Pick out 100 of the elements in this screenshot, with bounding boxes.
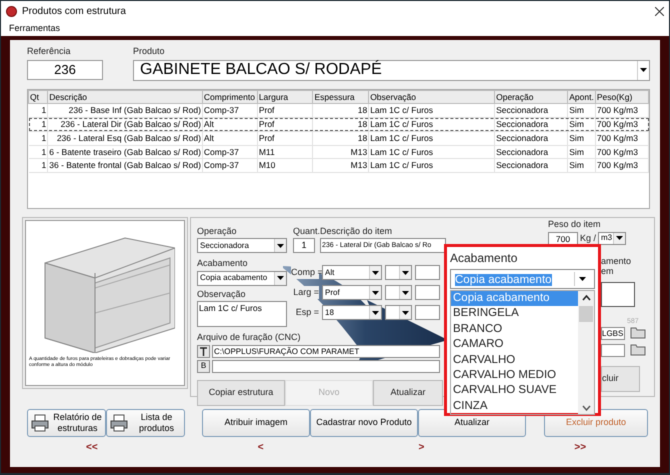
table-row[interactable]: 1 36 - Batente frontal (Gab Balcao s/ Rod) Comp-37 M10 M13 Lam 1C c/ Furos Seccionadora Sim 700 Kg/m3 xyxy=(28,158,648,172)
scroll-down-icon[interactable] xyxy=(582,405,590,412)
table-cell: 236 - Base Inf (Gab Balcao s/ Rod) xyxy=(48,104,202,118)
field-label: Observação xyxy=(197,288,246,301)
table-cell: 1 xyxy=(28,131,48,145)
finish-option[interactable]: CAMARO xyxy=(451,337,578,353)
product-dropdown[interactable]: GABINETE BALCAO S/ RODAPÉ xyxy=(133,60,650,80)
column-header[interactable]: Apont. xyxy=(568,90,596,104)
table-cell: 1 xyxy=(28,104,48,118)
table-cell: Lam 1C c/ Furos xyxy=(368,118,495,132)
field-label: Arquivo de furação (CNC) xyxy=(197,331,301,344)
column-header[interactable]: Espessura xyxy=(312,90,369,104)
navigation-button[interactable]: >> xyxy=(574,440,586,454)
table-cell: Sim xyxy=(568,104,596,118)
table-cell: 700 Kg/m3 xyxy=(595,118,648,132)
cnc-path-end-field[interactable]: LGBS xyxy=(601,327,625,340)
close-icon[interactable] xyxy=(655,6,664,16)
table-cell: 236 - Lateral Dir (Gab Balcao s/ Rod) xyxy=(48,118,202,132)
table-row[interactable]: 1 236 - Lateral Esq (Gab Balcao s/ Rod) Alt Prof 18 Lam 1C c/ Furos Seccionadora Sim 700 Kg/m3 xyxy=(28,131,648,145)
scroll-up-icon[interactable] xyxy=(582,295,590,301)
drill-b-button[interactable]: B xyxy=(197,360,210,372)
navigation-button[interactable]: < xyxy=(258,440,264,454)
printer-icon xyxy=(30,414,48,432)
finish-option[interactable]: CARVALHO xyxy=(451,352,578,368)
column-header[interactable]: Comprimento xyxy=(202,90,258,104)
table-cell: Alt xyxy=(202,118,258,132)
printer-icon xyxy=(110,414,128,432)
table-cell: M13 xyxy=(312,145,369,159)
column-header[interactable]: Qt xyxy=(28,90,48,104)
table-cell: Lam 1C c/ Furos xyxy=(368,145,495,159)
dimension-dropdown[interactable] xyxy=(385,305,412,320)
dimension-field[interactable] xyxy=(415,265,440,280)
dimension-dropdown[interactable] xyxy=(385,285,412,300)
dimension-dropdown[interactable]: 18 xyxy=(322,305,382,320)
table-row[interactable]: 1 236 - Base Inf (Gab Balcao s/ Rod) Comp-37 Prof 18 Lam 1C c/ Furos Seccionadora Sim 700 Kg/m3 xyxy=(28,104,648,118)
field-label: em xyxy=(601,266,614,276)
delete-item-button[interactable]: cluir xyxy=(601,366,640,392)
footer-button[interactable]: Relatório de estruturas xyxy=(27,408,106,436)
footer-button[interactable]: Cadastrar novo Produto xyxy=(310,408,418,436)
scrollbar[interactable] xyxy=(578,291,594,414)
finish-option[interactable]: BERINGELA xyxy=(451,306,578,322)
menu-item[interactable]: Ferramentas xyxy=(9,22,60,36)
window-title: Produtos com estrutura xyxy=(22,4,127,18)
caret-icon xyxy=(402,270,409,274)
notes-field[interactable]: Lam 1C c/ Furos xyxy=(197,301,287,327)
navigation-button[interactable]: > xyxy=(418,440,424,454)
table-cell: Prof xyxy=(257,131,313,145)
footer-button[interactable]: Lista de produtos xyxy=(106,408,185,436)
reference-field[interactable]: 236 xyxy=(27,60,103,80)
drill-button[interactable] xyxy=(197,344,210,358)
navigation-button[interactable]: << xyxy=(86,440,98,454)
table-cell: 700 Kg/m3 xyxy=(595,145,648,159)
weight-field[interactable]: 700 xyxy=(548,232,578,245)
table-cell: 1 xyxy=(28,145,48,159)
table-cell: Lam 1C c/ Furos xyxy=(368,158,495,172)
table-cell: Comp-37 xyxy=(202,158,258,172)
dimension-dropdown[interactable]: Prof xyxy=(322,285,382,300)
caret-icon xyxy=(277,244,284,248)
column-header[interactable]: Operação xyxy=(494,90,568,104)
finish-option[interactable]: CARVALHO SUAVE xyxy=(451,383,578,399)
quantity-field[interactable]: 1 xyxy=(293,238,315,253)
table-cell: Sim xyxy=(568,158,596,172)
table-cell: Prof xyxy=(257,118,313,132)
column-header[interactable]: Peso(Kg) xyxy=(595,90,648,104)
table-cell: M11 xyxy=(257,145,313,159)
footer-button[interactable]: Atribuir imagem xyxy=(202,408,310,436)
table-cell: 236 - Lateral Esq (Gab Balcao s/ Rod) xyxy=(48,131,202,145)
unit-dropdown[interactable]: m3 xyxy=(598,232,626,245)
dimension-field[interactable] xyxy=(415,285,440,300)
form-button[interactable]: Copiar estrutura xyxy=(197,380,285,406)
column-header[interactable]: Largura xyxy=(257,90,313,104)
drill-icon xyxy=(200,346,207,356)
field-label: Descrição do item xyxy=(320,224,392,238)
table-cell: 18 xyxy=(312,104,369,118)
cnc-path-field[interactable] xyxy=(601,344,625,357)
finish-dropdown[interactable]: Copia acabamento xyxy=(197,270,287,286)
operation-dropdown[interactable]: Seccionadora xyxy=(197,238,287,253)
cnc-path-field[interactable]: C:\OPPLUS\FURAÇÃO COM PARAMET xyxy=(212,344,440,358)
table-cell: 1 xyxy=(28,158,48,172)
table-cell: Seccionadora xyxy=(494,145,568,159)
finish-option[interactable]: CARVALHO MEDIO xyxy=(451,368,578,384)
table-cell: Prof xyxy=(257,104,313,118)
dimension-dropdown[interactable] xyxy=(385,265,412,280)
dimension-field[interactable] xyxy=(415,305,440,320)
form-button[interactable]: Atualizar xyxy=(373,380,443,406)
table-cell: 6 - Batente traseiro (Gab Balcao s/ Rod) xyxy=(48,145,202,159)
column-header[interactable]: Observação xyxy=(368,90,495,104)
finish-option[interactable]: BRANCO xyxy=(451,322,578,338)
table-row[interactable]: 1 6 - Batente traseiro (Gab Balcao s/ Rod) Comp-37 M11 M13 Lam 1C c/ Furos Seccionadora Sim 700 Kg/m3 xyxy=(28,145,648,159)
table-cell: Lam 1C c/ Furos xyxy=(368,104,495,118)
dimension-dropdown[interactable]: Alt xyxy=(322,265,382,280)
table-row[interactable]: 1 236 - Lateral Dir (Gab Balcao s/ Rod) Alt Prof 18 Lam 1C c/ Furos Seccionadora Sim 700 Kg/m3 xyxy=(28,118,648,132)
column-header[interactable]: Descrição xyxy=(48,90,202,104)
cnc-path-field[interactable] xyxy=(212,360,440,372)
table-cell: Comp-37 xyxy=(202,145,258,159)
caret-icon xyxy=(616,236,624,240)
table-cell: Sim xyxy=(568,145,596,159)
scroll-thumb[interactable] xyxy=(579,306,593,322)
table-cell: Seccionadora xyxy=(494,118,568,132)
table-cell: 18 xyxy=(312,131,369,145)
